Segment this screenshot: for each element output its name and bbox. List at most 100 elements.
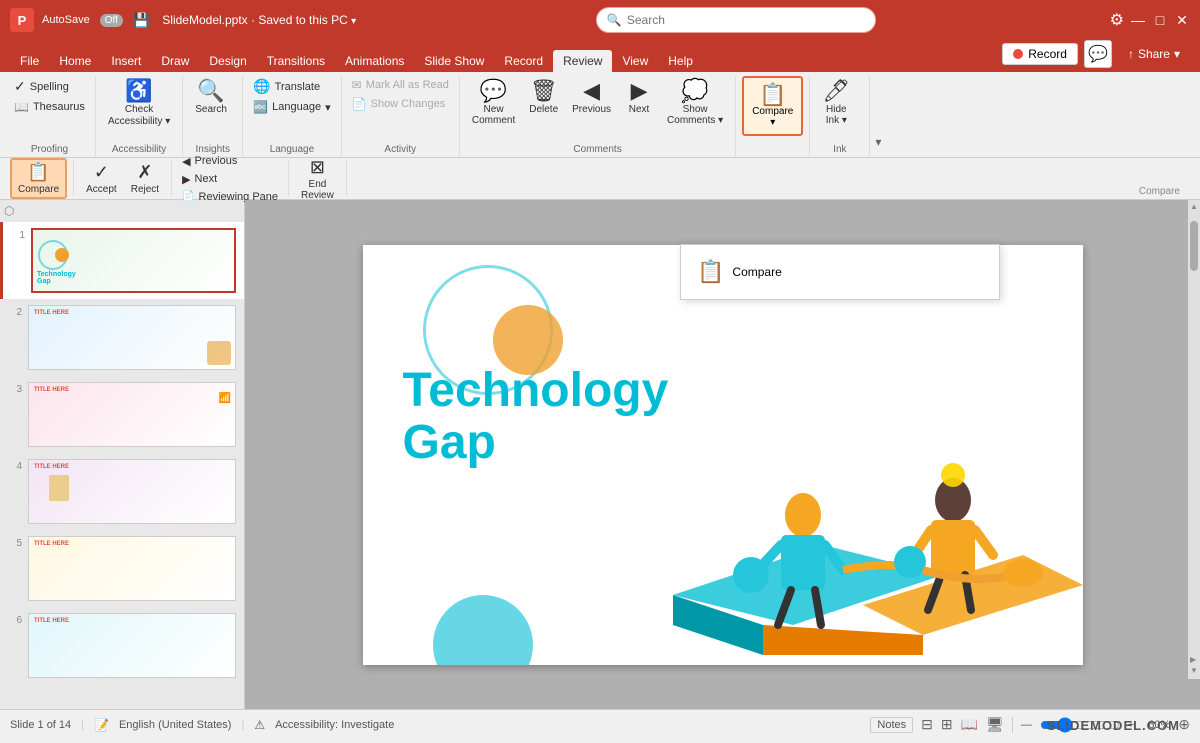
translate-label: Translate (275, 81, 320, 93)
previous-comment-button[interactable]: ◀ Previous (566, 76, 617, 119)
slide-num-6: 6 (8, 613, 22, 626)
ribbon-group-activity: ✉ Mark All as Read 📄 Show Changes Activi… (342, 76, 460, 157)
hide-ink-icon: 🖊 (822, 80, 850, 102)
sub-end-review-group: ⊠ EndReview (289, 160, 347, 197)
sub-compare-label: Compare (18, 184, 59, 195)
tab-record[interactable]: Record (494, 50, 553, 72)
comments-items: 💬 NewComment 🗑 Delete ◀ Previous ▶ Next … (466, 76, 729, 142)
share-button[interactable]: ↑ Share ▾ (1118, 43, 1190, 65)
slide-item-6[interactable]: 6 TITLE HERE (0, 607, 244, 684)
save-icon[interactable]: 💾 (133, 12, 150, 29)
slide-item-3[interactable]: 3 TITLE HERE 📶 (0, 376, 244, 453)
slide-sorter-icon[interactable]: ⊞ (941, 716, 953, 733)
zoom-out-icon[interactable]: — (1021, 719, 1032, 731)
sub-reject-button[interactable]: ✗ Reject (125, 160, 165, 197)
previous-icon: ◀ (583, 80, 600, 102)
language-chevron: ▾ (325, 101, 331, 114)
tab-slideshow[interactable]: Slide Show (414, 50, 494, 72)
show-comments-button[interactable]: 💭 ShowComments ▾ (661, 76, 729, 130)
tab-design[interactable]: Design (199, 50, 256, 72)
autosave-toggle[interactable]: Off (100, 14, 123, 27)
slide-item-1[interactable]: 1 TechnologyGap (0, 222, 244, 299)
scroll-up-arrow[interactable]: ▲ (1190, 202, 1198, 211)
slide-thumb-5: TITLE HERE (28, 536, 236, 601)
normal-view-icon[interactable]: ⊟ (921, 716, 933, 733)
end-review-label: EndReview (301, 179, 334, 201)
comments-button[interactable]: 💬 (1084, 40, 1112, 68)
end-review-button[interactable]: ⊠ EndReview (295, 155, 340, 203)
slide-num-5: 5 (8, 536, 22, 549)
minimize-button[interactable]: — (1130, 12, 1146, 28)
tab-home[interactable]: Home (49, 50, 101, 72)
maximize-button[interactable]: □ (1152, 12, 1168, 28)
settings-icon[interactable]: ⚙ (1110, 10, 1124, 30)
scroll-thumb[interactable] (1190, 221, 1198, 271)
check-accessibility-button[interactable]: ♿ CheckAccessibility ▾ (102, 76, 176, 132)
slide-item-4[interactable]: 4 TITLE HERE (0, 453, 244, 530)
scroll-right-arrow[interactable]: ▶ (1190, 655, 1198, 664)
presenter-view-icon[interactable]: 🖥 (986, 716, 1004, 733)
translate-button[interactable]: 🌐 Translate (249, 76, 334, 97)
new-comment-button[interactable]: 💬 NewComment (466, 76, 521, 130)
tab-transitions[interactable]: Transitions (257, 50, 335, 72)
panel-collapse-icon[interactable]: ⬡ (4, 204, 14, 218)
next-comment-button[interactable]: ▶ Next (619, 76, 659, 119)
compare-sub-ribbon: 📋 Compare ✓ Accept ✗ Reject ◀ Previous ▶… (0, 158, 1200, 200)
ribbon-group-insights: 🔍 Search Insights (183, 76, 243, 157)
slide-6-title: TITLE HERE (34, 618, 69, 624)
tab-review[interactable]: Review (553, 50, 612, 72)
compare-dropdown: 📋 Compare (680, 244, 1000, 300)
tab-insert[interactable]: Insert (101, 50, 151, 72)
tab-view[interactable]: View (612, 50, 658, 72)
delete-comment-button[interactable]: 🗑 Delete (523, 76, 564, 119)
slide-item-5[interactable]: 5 TITLE HERE (0, 530, 244, 607)
record-button[interactable]: Record (1002, 43, 1078, 65)
sub-compare-button[interactable]: 📋 Compare (10, 158, 67, 199)
slide-2-title: TITLE HERE (34, 310, 69, 316)
spelling-label: Spelling (30, 81, 69, 93)
search-area: 🔍 (362, 7, 1110, 33)
slide-item-2[interactable]: 2 TITLE HERE (0, 299, 244, 376)
tab-animations[interactable]: Animations (335, 50, 414, 72)
main-area: ⬡ 1 TechnologyGap 2 TITLE HERE 3 TITLE H… (0, 200, 1200, 709)
thesaurus-button[interactable]: 📖 Thesaurus (10, 98, 89, 116)
status-bar: Slide 1 of 14 | 📝 English (United States… (0, 709, 1200, 739)
compare-button[interactable]: 📋 Compare ▾ (742, 76, 803, 136)
compare-group-label (742, 153, 803, 157)
tab-help[interactable]: Help (658, 50, 703, 72)
hide-ink-button[interactable]: 🖊 HideInk ▾ (816, 76, 856, 130)
new-comment-label: NewComment (472, 104, 515, 126)
show-comments-label: ShowComments ▾ (667, 104, 723, 126)
reading-view-icon[interactable]: 📖 (961, 716, 978, 733)
scroll-down-arrow[interactable]: ▼ (1190, 666, 1198, 675)
sub-accept-button[interactable]: ✓ Accept (80, 160, 123, 197)
accessibility-label: CheckAccessibility ▾ (108, 104, 170, 128)
compare-dropdown-icon: 📋 (697, 259, 724, 285)
vertical-scrollbar[interactable]: ▲ ▶ ▼ (1188, 200, 1200, 679)
status-divider-1: | (81, 719, 84, 731)
compare-dropdown-item[interactable]: 📋 Compare (689, 253, 991, 291)
sub-accept-reject-group: ✓ Accept ✗ Reject (74, 160, 172, 197)
slide-title-line1: Technology (403, 365, 669, 418)
close-button[interactable]: ✕ (1174, 12, 1190, 28)
fit-slide-icon[interactable]: ⊕ (1178, 716, 1190, 733)
search-box[interactable]: 🔍 (596, 7, 876, 33)
sub-previous-button[interactable]: ◀ Previous (178, 153, 282, 170)
slide-thumb-6: TITLE HERE (28, 613, 236, 678)
spelling-button[interactable]: ✓ Spelling (10, 76, 89, 97)
tab-draw[interactable]: Draw (151, 50, 199, 72)
delete-label: Delete (529, 104, 558, 115)
sub-next-button[interactable]: ▶ Next (178, 171, 282, 188)
sub-next-label: Next (195, 173, 218, 185)
ribbon-overflow-button[interactable]: ▾ (870, 135, 886, 157)
language-button[interactable]: 🔤 Language ▾ (249, 98, 334, 116)
ribbon-group-comments: 💬 NewComment 🗑 Delete ◀ Previous ▶ Next … (460, 76, 736, 157)
ribbon-tabs: File Home Insert Draw Design Transitions… (0, 40, 1200, 72)
slide-3-title: TITLE HERE (34, 387, 69, 393)
search-input[interactable] (627, 13, 865, 27)
hide-ink-label: HideInk ▾ (826, 104, 847, 126)
tab-file[interactable]: File (10, 50, 49, 72)
show-changes-button: 📄 Show Changes (348, 95, 453, 113)
notes-btn[interactable]: Notes (870, 717, 913, 733)
search-button[interactable]: 🔍 Search (189, 76, 233, 119)
